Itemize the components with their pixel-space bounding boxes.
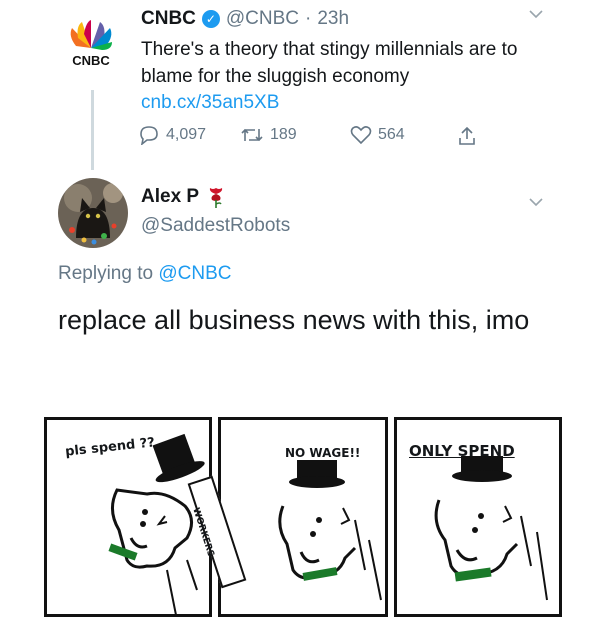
tweet-actions: 4,097 189 564 [138,125,498,151]
retweet-button[interactable]: 189 [240,125,297,145]
verified-badge-icon: ✓ [201,10,220,28]
retweet-icon [241,128,263,142]
reply-count: 4,097 [166,126,207,143]
cat-avatar-icon [58,178,128,248]
like-count: 564 [378,126,405,143]
reply-avatar[interactable] [58,178,128,248]
like-button[interactable]: 564 [350,125,405,145]
panel2-drawing [278,460,382,601]
author-handle[interactable]: @CNBC [226,8,299,30]
tweet-text: There's a theory that stingy millennials… [141,39,518,87]
cnbc-avatar[interactable]: CNBC [62,18,120,68]
retweet-count: 189 [270,126,297,143]
author-name[interactable]: CNBC [141,8,196,30]
reply-text: replace all business news with this, imo [58,305,530,335]
reply-icon [140,126,158,145]
replying-prefix: Replying to [58,263,154,284]
replying-to-line: Replying to @CNBC [58,263,231,285]
share-button[interactable] [456,125,478,147]
cnbc-logo-text: CNBC [72,53,110,68]
reply-author-handle[interactable]: @SaddestRobots [141,215,290,237]
cnbc-peacock-icon: CNBC [70,20,112,68]
panel1-drawing [108,433,205,614]
thread-line [91,90,94,170]
reply-header: Alex P [141,186,225,208]
tweet-menu-chevron-icon[interactable] [528,6,544,27]
comic-panel-1: pls spend ?? [44,417,212,617]
comic-panel-3: ONLY SPEND [394,417,562,617]
rose-icon [209,188,223,208]
reply-button[interactable]: 4,097 [138,125,206,145]
comic-image[interactable]: pls spend ?? NO WAGE!! WORKERS ONLY SPEN… [44,417,562,617]
replying-to-mention[interactable]: @CNBC [158,263,231,284]
comic-panel-2: NO WAGE!! [218,417,388,617]
panel3-drawing [434,456,548,601]
tweet-header: CNBC ✓ @CNBC · 23h [141,8,349,30]
tweet-time[interactable]: 23h [317,8,349,30]
heart-icon [350,126,372,145]
reply-menu-chevron-icon[interactable] [528,194,544,215]
share-icon [459,126,475,145]
tweet-link[interactable]: cnb.cx/35an5XB [141,92,279,114]
separator-dot: · [305,8,312,29]
reply-author-name[interactable]: Alex P [141,186,199,208]
